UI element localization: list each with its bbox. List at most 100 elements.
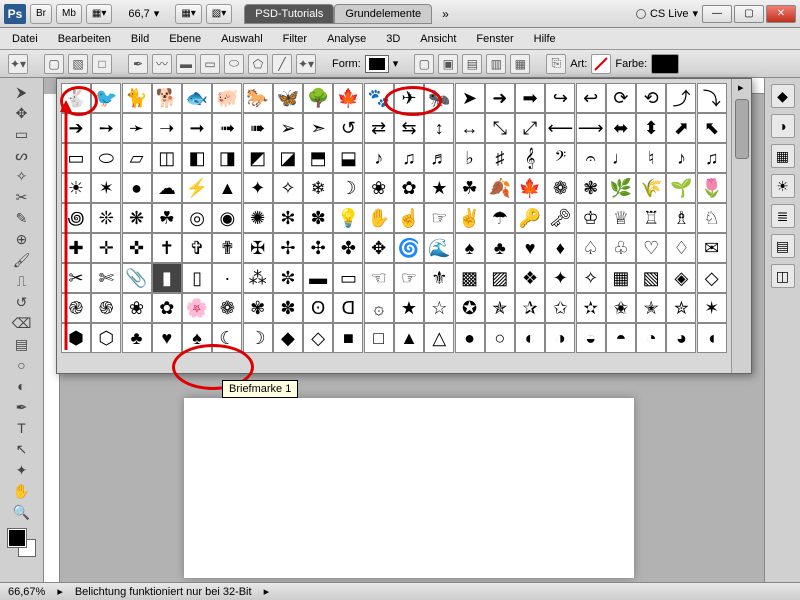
shape-cell[interactable]: ⚡ xyxy=(182,173,212,203)
shape-cell[interactable]: ⬉ xyxy=(697,113,727,143)
shape-cell[interactable]: ✋ xyxy=(364,203,394,233)
shape-cell[interactable]: ↕ xyxy=(424,113,454,143)
cslive-dd-icon[interactable]: ▾ xyxy=(692,7,698,20)
shape-cell[interactable]: 🐈 xyxy=(122,83,152,113)
fill-pixels-icon[interactable]: □ xyxy=(92,54,112,74)
shape-cell[interactable]: ⁂ xyxy=(243,263,273,293)
shape-cell[interactable]: ♩ xyxy=(606,143,636,173)
menu-3d[interactable]: 3D xyxy=(386,33,400,45)
shape-scrollbar[interactable]: ▸ xyxy=(731,79,751,373)
shape-cell[interactable]: ◓ xyxy=(606,323,636,353)
shape-cell[interactable]: ➝ xyxy=(152,113,182,143)
shape-cell[interactable]: 📎 xyxy=(122,263,152,293)
freeform-pen-icon[interactable]: 〰 xyxy=(152,54,172,74)
shape-cell[interactable]: ➜ xyxy=(485,83,515,113)
shape-cell[interactable]: ⬭ xyxy=(91,143,121,173)
shape-cell[interactable]: ✌ xyxy=(455,203,485,233)
shape-cell[interactable]: ➤ xyxy=(455,83,485,113)
shape-cell[interactable]: ♥ xyxy=(515,233,545,263)
shape-cell[interactable]: ☂ xyxy=(485,203,515,233)
shape-cell[interactable]: 𝄐 xyxy=(576,143,606,173)
shape-cell[interactable]: 🌊 xyxy=(424,233,454,263)
eraser-tool-icon[interactable]: ⌫ xyxy=(12,313,32,333)
pen-icon[interactable]: ✒ xyxy=(128,54,148,74)
shape-cell[interactable]: ✫ xyxy=(576,293,606,323)
shape-cell[interactable]: ➞ xyxy=(182,113,212,143)
polygon-icon[interactable]: ⬠ xyxy=(248,54,268,74)
shape-cell[interactable]: ➣ xyxy=(303,113,333,143)
shape-dd-arrow-icon[interactable]: ▾ xyxy=(393,57,399,70)
shape-cell[interactable]: ⬡ xyxy=(91,323,121,353)
shape-cell[interactable]: ⬈ xyxy=(666,113,696,143)
shape-cell[interactable]: ✜ xyxy=(122,233,152,263)
shape-cell[interactable]: ✾ xyxy=(243,293,273,323)
shape-cell[interactable]: ◪ xyxy=(273,143,303,173)
shape-cell[interactable]: ⇄ xyxy=(364,113,394,143)
shape-cell[interactable]: ✦ xyxy=(545,263,575,293)
shape-cell[interactable]: ✢ xyxy=(273,233,303,263)
shape-cell[interactable]: ⟲ xyxy=(636,83,666,113)
shape-cell[interactable]: 🐟 xyxy=(182,83,212,113)
shape-cell[interactable]: ☞ xyxy=(394,263,424,293)
shape-cell[interactable]: ✟ xyxy=(212,233,242,263)
heal-tool-icon[interactable]: ⊕ xyxy=(12,229,32,249)
shape-cell[interactable]: ↩ xyxy=(576,83,606,113)
blur-tool-icon[interactable]: ○ xyxy=(12,355,32,375)
menu-ansicht[interactable]: Ansicht xyxy=(420,33,456,45)
menu-analyse[interactable]: Analyse xyxy=(327,33,366,45)
shape-cell[interactable]: 𝄢 xyxy=(545,143,575,173)
lasso-tool-icon[interactable]: ᔕ xyxy=(12,145,32,165)
marquee-tool-icon[interactable]: ▭ xyxy=(12,124,32,144)
shape-cell[interactable]: ▩ xyxy=(455,263,485,293)
pathop-intersect-icon[interactable]: ▥ xyxy=(486,54,506,74)
shape-cell[interactable]: ◎ xyxy=(182,203,212,233)
shape-cell[interactable]: ❁ xyxy=(212,293,242,323)
shape-cell[interactable]: ✯ xyxy=(485,293,515,323)
shape-cell[interactable]: ✧ xyxy=(576,263,606,293)
shape-cell[interactable]: 🍂 xyxy=(485,173,515,203)
shape-cell[interactable]: ➟ xyxy=(212,113,242,143)
shape-cell[interactable]: ❀ xyxy=(364,173,394,203)
menu-fenster[interactable]: Fenster xyxy=(476,33,513,45)
shape-cell[interactable]: ⟵ xyxy=(545,113,575,143)
menu-datei[interactable]: Datei xyxy=(12,33,38,45)
shape-cell[interactable]: ♢ xyxy=(666,233,696,263)
panel-channels-icon[interactable]: ▤ xyxy=(771,234,795,258)
link-icon[interactable]: ⎘ xyxy=(546,54,566,74)
shape-cell[interactable]: ◕ xyxy=(666,323,696,353)
pathop-new-icon[interactable]: ▢ xyxy=(414,54,434,74)
screenmode-button[interactable]: ▦▾ xyxy=(86,4,112,24)
shape-cell[interactable]: ⤡ xyxy=(485,113,515,143)
crop-tool-icon[interactable]: ✂ xyxy=(12,187,32,207)
menu-bild[interactable]: Bild xyxy=(131,33,149,45)
shape-cell[interactable]: 🌳 xyxy=(303,83,333,113)
shape-cell[interactable]: ♤ xyxy=(576,233,606,263)
rect-icon[interactable]: ▬ xyxy=(176,54,196,74)
wand-tool-icon[interactable]: ✧ xyxy=(12,166,32,186)
menu-ebene[interactable]: Ebene xyxy=(169,33,201,45)
shape-cell[interactable]: 🍁 xyxy=(515,173,545,203)
hand-tool-icon[interactable]: ✋ xyxy=(12,481,32,501)
shape-cell[interactable]: ⬓ xyxy=(333,143,363,173)
shape-cell[interactable]: ● xyxy=(455,323,485,353)
shape-cell[interactable]: ♣ xyxy=(122,323,152,353)
tools-collapse-icon[interactable]: ⮞ xyxy=(12,82,32,102)
shape-cell[interactable]: ◉ xyxy=(212,203,242,233)
extras-button[interactable]: ▧▾ xyxy=(206,4,232,24)
shape-cell[interactable]: 🌿 xyxy=(606,173,636,203)
paths-icon[interactable]: ▧ xyxy=(68,54,88,74)
pathop-subtract-icon[interactable]: ▤ xyxy=(462,54,482,74)
shape-cell[interactable]: ✥ xyxy=(364,233,394,263)
shape-cell[interactable]: ⬌ xyxy=(606,113,636,143)
shape-cell[interactable]: 🔑 xyxy=(515,203,545,233)
shape-cell[interactable]: ◆ xyxy=(273,323,303,353)
menu-bearbeiten[interactable]: Bearbeiten xyxy=(58,33,111,45)
shape-cell[interactable]: ✉ xyxy=(697,233,727,263)
shape-cell[interactable]: ☘ xyxy=(455,173,485,203)
shape-cell[interactable]: ⟶ xyxy=(576,113,606,143)
shape-tool-preset-icon[interactable]: ✦▾ xyxy=(8,54,28,74)
fg-swatch[interactable] xyxy=(8,529,26,547)
shape-cell[interactable]: ▧ xyxy=(636,263,666,293)
scroll-thumb[interactable] xyxy=(735,99,749,159)
shape-cell[interactable]: 🌱 xyxy=(666,173,696,203)
